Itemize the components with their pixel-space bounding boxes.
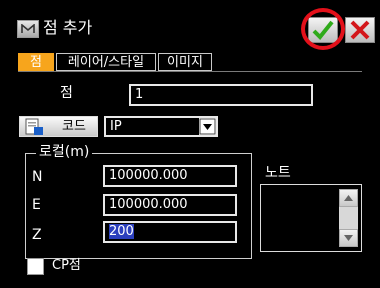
tab-layer-style[interactable]: 레이어/스타일: [56, 53, 156, 71]
close-button[interactable]: [345, 17, 375, 43]
z-input[interactable]: 200: [103, 221, 237, 243]
highlight-ring: [301, 8, 345, 50]
point-label: 점: [60, 85, 73, 101]
code-select[interactable]: IP: [104, 116, 218, 137]
z-label: Z: [32, 227, 42, 243]
cp-label: CP점: [52, 258, 81, 273]
arrow-down-icon: [344, 235, 353, 241]
code-button[interactable]: 코드: [19, 116, 98, 137]
scrollbar-track[interactable]: [339, 207, 358, 229]
tab-image[interactable]: 이미지: [158, 53, 212, 71]
scroll-down-button[interactable]: [339, 229, 358, 247]
chevron-down-icon[interactable]: [199, 118, 216, 135]
e-input[interactable]: 100000.000: [103, 194, 237, 216]
code-icon: [25, 118, 43, 135]
n-input[interactable]: 100000.000: [103, 165, 237, 187]
arrow-up-icon: [344, 195, 353, 201]
scroll-up-button[interactable]: [339, 189, 358, 207]
app-icon: [17, 20, 39, 38]
tab-divider: [18, 71, 362, 72]
title-bar: 점 추가: [0, 0, 380, 50]
code-select-value: IP: [110, 119, 122, 134]
n-label: N: [32, 169, 43, 185]
cp-checkbox[interactable]: [27, 258, 44, 275]
close-x-icon: [350, 20, 370, 40]
point-input[interactable]: 1: [129, 84, 313, 106]
e-label: E: [32, 197, 41, 213]
code-button-label: 코드: [62, 119, 86, 134]
tab-point[interactable]: 점: [18, 53, 54, 71]
z-value: 200: [109, 224, 134, 239]
window-title: 점 추가: [43, 18, 93, 37]
note-label: 노트: [265, 165, 291, 181]
local-group-label: 로컬(m): [36, 143, 93, 161]
